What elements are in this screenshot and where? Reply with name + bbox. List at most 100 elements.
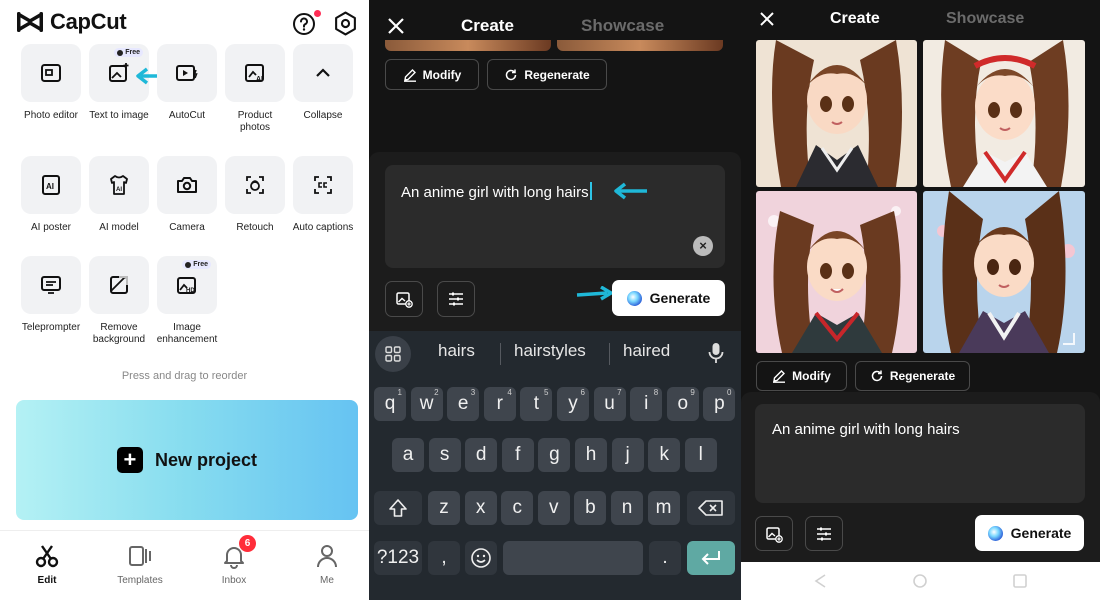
key-f[interactable]: f xyxy=(501,438,534,472)
keyboard-menu-button[interactable] xyxy=(375,336,411,372)
key-q[interactable]: q1 xyxy=(374,387,406,421)
modify-button[interactable]: Modify xyxy=(756,361,847,391)
tool-camera[interactable]: Camera xyxy=(156,156,218,234)
product-photos-button[interactable]: AI xyxy=(225,44,285,102)
settings-sliders-button[interactable] xyxy=(805,516,843,551)
generated-image[interactable] xyxy=(756,191,917,353)
tab-create[interactable]: Create xyxy=(830,10,880,28)
generate-button[interactable]: Generate xyxy=(975,515,1084,551)
camera-button[interactable] xyxy=(157,156,217,214)
close-icon[interactable] xyxy=(759,11,775,27)
microphone-icon[interactable] xyxy=(707,342,725,364)
tool-ai-model[interactable]: AI AI model xyxy=(88,156,150,234)
shift-key[interactable] xyxy=(374,491,422,525)
tab-showcase[interactable]: Showcase xyxy=(946,10,1024,28)
nav-edit[interactable]: Edit xyxy=(12,543,82,586)
key-z[interactable]: z xyxy=(428,491,460,525)
expand-icon[interactable] xyxy=(1063,333,1075,345)
recents-icon[interactable] xyxy=(1012,574,1028,588)
collapse-button[interactable] xyxy=(293,44,353,102)
nav-me[interactable]: Me xyxy=(292,543,362,586)
retouch-button[interactable] xyxy=(225,156,285,214)
key-h[interactable]: h xyxy=(575,438,607,472)
backspace-key[interactable] xyxy=(687,491,735,525)
tool-collapse[interactable]: Collapse xyxy=(292,44,354,122)
key-y[interactable]: y6 xyxy=(557,387,589,421)
regenerate-button[interactable]: Regenerate xyxy=(855,361,970,391)
key-s[interactable]: s xyxy=(428,438,461,472)
enter-key[interactable] xyxy=(687,541,735,575)
settings-icon[interactable] xyxy=(333,11,358,36)
key-o[interactable]: o9 xyxy=(666,387,699,421)
generated-image[interactable] xyxy=(923,191,1085,353)
tool-autocut[interactable]: AutoCut xyxy=(156,44,218,122)
tool-retouch[interactable]: Retouch xyxy=(224,156,286,234)
tab-create[interactable]: Create xyxy=(461,16,514,36)
key-g[interactable]: g xyxy=(538,438,571,472)
key-d[interactable]: d xyxy=(465,438,498,472)
prompt-input[interactable]: An anime girl with long hairs × xyxy=(385,165,725,268)
key-t[interactable]: t5 xyxy=(520,387,553,421)
tab-showcase[interactable]: Showcase xyxy=(581,16,664,36)
new-project-button[interactable]: + New project xyxy=(16,400,358,520)
key-k[interactable]: k xyxy=(648,438,681,472)
key-c[interactable]: c xyxy=(501,491,534,525)
generated-image[interactable] xyxy=(756,40,917,187)
back-icon[interactable] xyxy=(813,574,829,588)
key-r[interactable]: r4 xyxy=(483,387,516,421)
period-key[interactable]: . xyxy=(649,541,681,575)
remove-background-button[interactable] xyxy=(89,256,149,314)
settings-sliders-button[interactable] xyxy=(437,281,475,317)
photo-editor-button[interactable] xyxy=(21,44,81,102)
key-a[interactable]: a xyxy=(392,438,424,472)
key-b[interactable]: b xyxy=(574,491,607,525)
add-image-button[interactable] xyxy=(755,516,793,551)
result-thumbnail[interactable] xyxy=(557,40,723,51)
generate-button[interactable]: Generate xyxy=(612,280,725,316)
comma-key[interactable]: , xyxy=(428,541,460,575)
suggestion-divider xyxy=(500,343,501,365)
key-n[interactable]: n xyxy=(611,491,643,525)
result-thumbnail[interactable] xyxy=(385,40,551,51)
key-j[interactable]: j xyxy=(611,438,644,472)
tool-image-enhancement[interactable]: Free HD Image enhancement xyxy=(156,256,218,346)
key-v[interactable]: v xyxy=(537,491,570,525)
tool-teleprompter[interactable]: Teleprompter xyxy=(20,256,82,334)
modify-button[interactable]: Modify xyxy=(385,59,479,90)
emoji-key[interactable] xyxy=(465,541,497,575)
close-icon[interactable] xyxy=(387,17,405,35)
ai-poster-button[interactable]: AI xyxy=(21,156,81,214)
nav-inbox[interactable]: 6 Inbox xyxy=(199,535,269,586)
key-p[interactable]: p0 xyxy=(703,387,736,421)
nav-templates[interactable]: Templates xyxy=(105,543,175,586)
space-key[interactable] xyxy=(503,541,643,575)
generated-image[interactable] xyxy=(923,40,1085,187)
key-w[interactable]: w2 xyxy=(410,387,443,421)
key-e[interactable]: e3 xyxy=(447,387,480,421)
regenerate-button[interactable]: Regenerate xyxy=(487,59,607,90)
suggestion[interactable]: haired xyxy=(623,341,670,361)
help-icon[interactable] xyxy=(292,12,316,36)
suggestion[interactable]: hairs xyxy=(438,341,475,361)
tool-photo-editor[interactable]: Photo editor xyxy=(20,44,82,122)
key-l[interactable]: l xyxy=(684,438,717,472)
tool-auto-captions[interactable]: Auto captions xyxy=(292,156,354,234)
suggestion[interactable]: hairstyles xyxy=(514,341,586,361)
home-icon[interactable] xyxy=(912,574,928,588)
clear-input-icon[interactable]: × xyxy=(693,236,713,256)
tool-ai-poster[interactable]: AI AI poster xyxy=(20,156,82,234)
image-enhancement-button[interactable]: Free HD xyxy=(157,256,217,314)
auto-captions-button[interactable] xyxy=(293,156,353,214)
tool-product-photos[interactable]: AI Product photos xyxy=(224,44,286,134)
autocut-button[interactable] xyxy=(157,44,217,102)
ai-model-button[interactable]: AI xyxy=(89,156,149,214)
key-m[interactable]: m xyxy=(647,491,680,525)
key-u[interactable]: u7 xyxy=(593,387,626,421)
prompt-input[interactable]: An anime girl with long hairs xyxy=(755,404,1085,503)
add-image-button[interactable] xyxy=(385,281,423,317)
key-i[interactable]: i8 xyxy=(630,387,663,421)
key-x[interactable]: x xyxy=(464,491,497,525)
tool-remove-background[interactable]: Remove background xyxy=(88,256,150,346)
teleprompter-button[interactable] xyxy=(21,256,81,314)
symbols-key[interactable]: ?123 xyxy=(374,541,422,575)
